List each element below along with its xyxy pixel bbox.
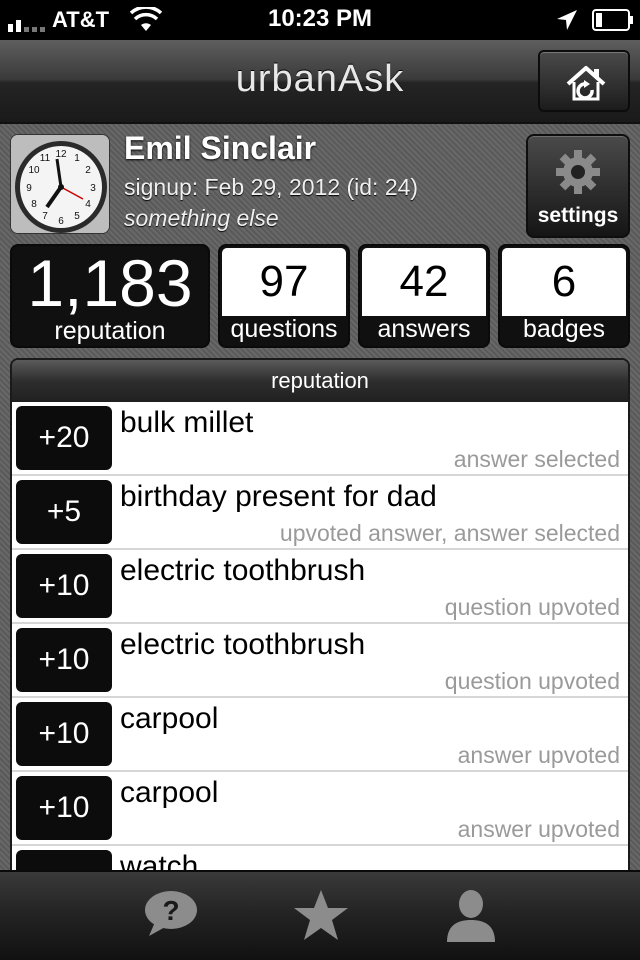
status-bar: AT&T 10:23 PM: [0, 0, 640, 40]
svg-text:7: 7: [42, 211, 48, 222]
list-item[interactable]: +10 electric toothbrush question upvoted: [12, 550, 628, 624]
list-item[interactable]: +5 birthday present for dad upvoted answ…: [12, 476, 628, 550]
list-item[interactable]: +10 carpool answer upvoted: [12, 698, 628, 772]
avatar: 12 1 2 3 4 5 6 7 8 9 10 11: [10, 134, 110, 234]
reputation-stat[interactable]: 1,183 reputation: [10, 244, 210, 348]
reputation-section-header: reputation: [12, 360, 628, 402]
svg-text:2: 2: [85, 165, 91, 176]
user-name: Emil Sinclair: [124, 130, 317, 166]
tab-favorites[interactable]: [286, 888, 356, 948]
home-icon: [566, 66, 606, 101]
answers-value: 42: [362, 248, 486, 316]
svg-text:8: 8: [31, 199, 37, 210]
points-badge: +10: [16, 554, 112, 618]
question-title: bulk millet: [120, 406, 254, 439]
reputation-value: 1,183: [27, 246, 193, 320]
answers-label: answers: [377, 315, 471, 343]
clock: 10:23 PM: [267, 5, 373, 32]
question-title: carpool: [120, 702, 219, 735]
reputation-reason: answer upvoted: [457, 742, 620, 768]
questions-label: questions: [230, 315, 338, 343]
question-title: carpool: [120, 776, 219, 809]
settings-label: settings: [537, 204, 619, 227]
badges-value: 6: [502, 248, 626, 316]
reputation-reason: question upvoted: [444, 668, 620, 694]
star-icon: [294, 890, 348, 940]
tab-bar: ?: [0, 870, 640, 960]
reputation-label: reputation: [54, 317, 166, 345]
points-badge: +10: [16, 702, 112, 766]
user-about: something else: [124, 205, 279, 231]
home-button[interactable]: [538, 50, 630, 112]
question-title: electric toothbrush: [120, 554, 366, 587]
points-badge: +10: [16, 628, 112, 692]
svg-text:5: 5: [74, 211, 80, 222]
badges-label: badges: [522, 315, 606, 343]
questions-stat[interactable]: 97 questions: [218, 244, 350, 348]
svg-text:3: 3: [90, 183, 96, 194]
points-badge: +10: [16, 776, 112, 840]
reputation-list[interactable]: +20 bulk millet answer selected +5 birth…: [12, 402, 628, 878]
reputation-reason: question upvoted: [444, 594, 620, 620]
profile-content: 12 1 2 3 4 5 6 7 8 9 10 11 Emil Sinclair…: [0, 124, 640, 878]
person-icon: [447, 890, 495, 942]
list-item[interactable]: +10 carpool answer upvoted: [12, 772, 628, 846]
question-title: electric toothbrush: [120, 628, 366, 661]
location-arrow-icon: [557, 10, 577, 30]
list-item[interactable]: +20 bulk millet answer selected: [12, 402, 628, 476]
tab-profile[interactable]: [436, 888, 506, 948]
answers-stat[interactable]: 42 answers: [358, 244, 490, 348]
questions-value: 97: [222, 248, 346, 316]
user-signup-info: signup: Feb 29, 2012 (id: 24): [124, 174, 419, 200]
svg-text:4: 4: [85, 199, 91, 210]
question-bubble-icon: ?: [145, 891, 197, 936]
points-badge: +5: [16, 480, 112, 544]
clock-avatar-icon: 12 1 2 3 4 5 6 7 8 9 10 11: [11, 135, 109, 233]
reputation-reason: answer selected: [453, 446, 620, 472]
svg-text:9: 9: [26, 183, 32, 194]
svg-text:11: 11: [40, 153, 51, 164]
gear-icon: [556, 150, 600, 194]
svg-text:1: 1: [74, 153, 80, 164]
badges-stat[interactable]: 6 badges: [498, 244, 630, 348]
reputation-panel: reputation +20 bulk millet answer select…: [10, 358, 630, 878]
points-badge: +20: [16, 406, 112, 470]
reputation-reason: upvoted answer, answer selected: [279, 520, 620, 546]
battery-icon: [592, 9, 633, 31]
svg-text:10: 10: [28, 165, 40, 176]
navigation-bar: urbanAsk: [0, 40, 640, 124]
list-item[interactable]: +10 electric toothbrush question upvoted: [12, 624, 628, 698]
svg-text:?: ?: [162, 895, 179, 926]
svg-text:6: 6: [58, 216, 64, 227]
reputation-reason: answer upvoted: [457, 816, 620, 842]
settings-button[interactable]: settings: [526, 134, 630, 238]
question-title: birthday present for dad: [120, 480, 437, 513]
svg-text:12: 12: [55, 149, 67, 160]
tab-questions[interactable]: ?: [136, 888, 206, 948]
